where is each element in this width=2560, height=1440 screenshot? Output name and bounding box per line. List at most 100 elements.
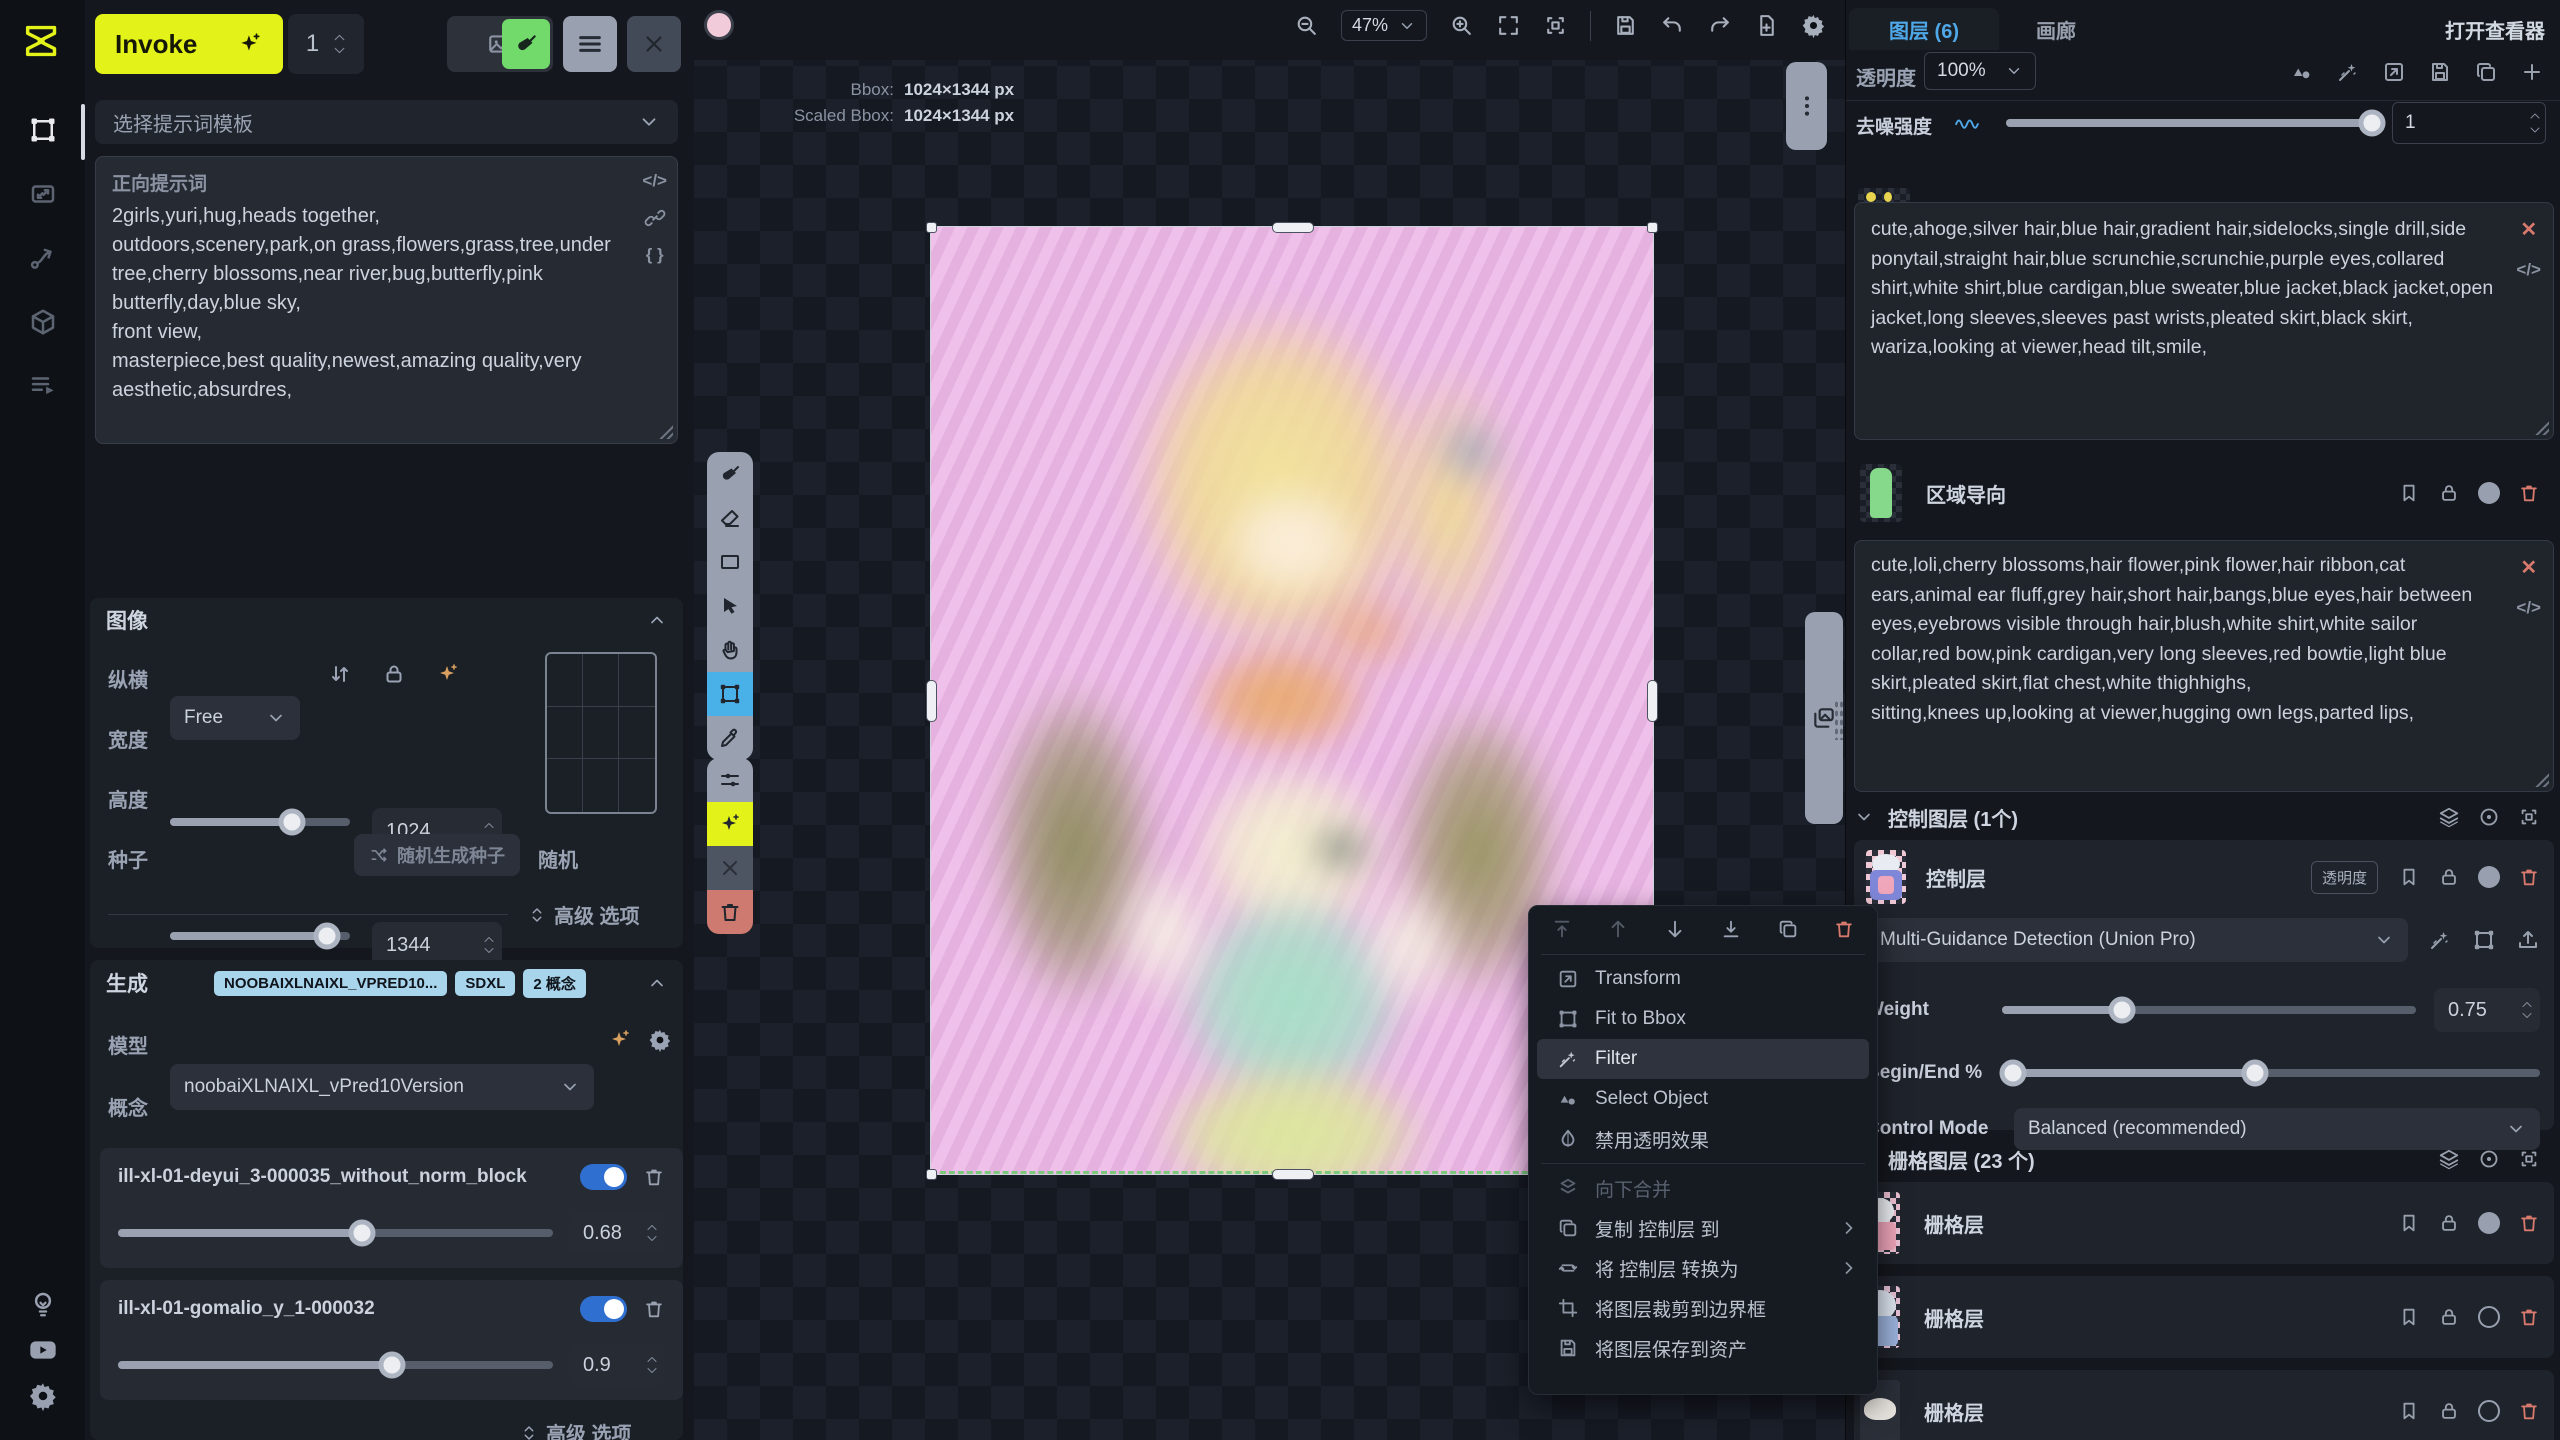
bookmark-icon[interactable]: [2398, 1400, 2420, 1422]
aspect-select[interactable]: Free: [170, 696, 300, 740]
zoom-in-icon[interactable]: [1449, 13, 1474, 38]
move-up-icon[interactable]: [1607, 918, 1629, 940]
tips-bulb-icon[interactable]: [19, 1280, 67, 1328]
bbox-edge-handle[interactable]: [926, 680, 937, 722]
move-tool[interactable]: [707, 584, 753, 628]
queue-count-stepper[interactable]: 1: [288, 14, 364, 74]
menu-item-select-object[interactable]: Select Object: [1537, 1079, 1869, 1119]
zoom-out-icon[interactable]: [1294, 13, 1319, 38]
begin-knob[interactable]: [1999, 1060, 2026, 1087]
brush-color-swatch[interactable]: [704, 10, 734, 40]
remove-prompt-x-icon[interactable]: ✕: [2520, 217, 2537, 242]
move-down-icon[interactable]: [1664, 918, 1686, 940]
trash-icon[interactable]: [2518, 1306, 2540, 1328]
settings-gear-icon[interactable]: [19, 1372, 67, 1420]
stepper-arrows[interactable]: [646, 1224, 658, 1243]
filter-wand-icon[interactable]: [2336, 60, 2360, 84]
menu-item-convert-control-layer[interactable]: 将 控制层 转换为: [1537, 1248, 1869, 1288]
save-layer-icon[interactable]: [2428, 60, 2452, 84]
raster-layer-row[interactable]: 栅格层: [1854, 1370, 2554, 1440]
swap-dimensions-icon[interactable]: [328, 662, 352, 686]
lora-weight-slider[interactable]: [118, 1361, 553, 1369]
open-viewer-link[interactable]: 打开查看器: [2445, 8, 2545, 50]
generation-section-header[interactable]: 生成 NOOBAIXLNAIXL_VPRED10... SDXL 2 概念: [90, 960, 683, 1006]
session-menu-button[interactable]: [563, 16, 617, 72]
panel-resize-handle[interactable]: [1834, 700, 1843, 740]
move-to-top-icon[interactable]: [1551, 918, 1573, 940]
queue-count-arrows[interactable]: [333, 33, 346, 55]
lock-aspect-icon[interactable]: [382, 662, 406, 686]
stepper-arrows[interactable]: [2529, 112, 2541, 134]
fit-to-screen-icon[interactable]: [1496, 13, 1521, 38]
layers-icon[interactable]: [2438, 806, 2460, 828]
menu-item-merge-down[interactable]: 向下合并: [1537, 1168, 1869, 1208]
raster-layer-row[interactable]: 栅格层: [1854, 1276, 2554, 1358]
width-slider[interactable]: [170, 818, 350, 826]
control-model-select[interactable]: Multi-Guidance Detection (Union Pro): [1866, 918, 2408, 962]
fit-bbox-icon[interactable]: [1543, 13, 1568, 38]
canvas-settings-gear-icon[interactable]: [1801, 13, 1826, 38]
visibility-eye-icon[interactable]: [2478, 806, 2500, 828]
lock-icon[interactable]: [2438, 1400, 2460, 1422]
resize-handle[interactable]: [2533, 771, 2549, 787]
collapse-icon[interactable]: [647, 973, 667, 993]
visibility-eye-icon[interactable]: [2478, 1148, 2500, 1170]
bookmark-icon[interactable]: [2398, 482, 2420, 504]
image-advanced-options[interactable]: 高级 选项: [528, 900, 640, 929]
lock-icon[interactable]: [2438, 482, 2460, 504]
save-canvas-icon[interactable]: [1613, 13, 1638, 38]
stepper-arrows[interactable]: [483, 936, 495, 955]
trash-icon[interactable]: [2518, 866, 2540, 888]
duplicate-layer-icon[interactable]: [2474, 60, 2498, 84]
bookmark-icon[interactable]: [2398, 866, 2420, 888]
end-knob[interactable]: [2241, 1060, 2268, 1087]
code-icon[interactable]: </>: [642, 171, 667, 191]
lora-enabled-toggle[interactable]: [580, 1164, 627, 1190]
bbox-corner-handle[interactable]: [926, 222, 937, 233]
lock-icon[interactable]: [2438, 1212, 2460, 1234]
lora-weight-input[interactable]: 0.9: [569, 1344, 665, 1386]
trash-icon[interactable]: [2518, 1400, 2540, 1422]
redo-icon[interactable]: [1707, 13, 1732, 38]
tab-layers[interactable]: 图层 (6): [1849, 8, 1999, 50]
delete-tool[interactable]: [707, 890, 753, 934]
bbox-corner-handle[interactable]: [1647, 222, 1658, 233]
model-select[interactable]: noobaiXLNAIXL_vPred10Version: [170, 1064, 594, 1110]
cancel-tool[interactable]: [707, 846, 753, 890]
trash-icon[interactable]: [643, 1166, 665, 1188]
visibility-dot[interactable]: [2478, 1306, 2500, 1328]
visibility-dot[interactable]: [2478, 482, 2500, 504]
remove-prompt-x-icon[interactable]: ✕: [2520, 555, 2537, 580]
link-prompts-icon[interactable]: [644, 207, 666, 229]
filter-settings-tool[interactable]: [707, 758, 753, 802]
nav-upscaling-tab[interactable]: [19, 170, 67, 218]
nav-workflows-tab[interactable]: [19, 234, 67, 282]
brush-mode-button[interactable]: [502, 19, 550, 69]
filter-wand-icon[interactable]: [2428, 928, 2452, 952]
resize-handle[interactable]: [657, 423, 673, 439]
rect-tool[interactable]: [707, 540, 753, 584]
model-settings-gear-icon[interactable]: [648, 1028, 672, 1052]
menu-item-transform[interactable]: Transform: [1537, 959, 1869, 999]
color-picker-tool[interactable]: [707, 716, 753, 760]
lock-icon[interactable]: [2438, 866, 2460, 888]
trash-icon[interactable]: [2518, 482, 2540, 504]
select-object-icon[interactable]: [2290, 60, 2314, 84]
layer-thumbnail[interactable]: [1860, 464, 1902, 522]
tab-gallery[interactable]: 画廊: [2036, 8, 2076, 50]
lora-weight-input[interactable]: 0.68: [569, 1212, 665, 1254]
bookmark-icon[interactable]: [2398, 1212, 2420, 1234]
positive-prompt-text[interactable]: 2girls,yuri,hug,heads together, outdoors…: [96, 196, 677, 415]
nav-canvas-tab[interactable]: [19, 106, 67, 154]
prompt-template-selector[interactable]: 选择提示词模板: [95, 100, 678, 144]
model-sparkle-icon[interactable]: [608, 1028, 632, 1052]
trash-icon[interactable]: [2518, 1212, 2540, 1234]
eraser-tool[interactable]: [707, 496, 753, 540]
apply-sparkle-tool[interactable]: [707, 802, 753, 846]
invoke-button[interactable]: Invoke: [95, 14, 283, 74]
delete-icon[interactable]: [1833, 918, 1855, 940]
chevron-down-icon[interactable]: [1854, 807, 1874, 827]
regional-guidance-layer-row[interactable]: 区域导向: [1854, 452, 2554, 534]
control-layers-section-header[interactable]: 控制图层 (1个): [1854, 800, 2554, 834]
stepper-arrows[interactable]: [2521, 1001, 2533, 1020]
